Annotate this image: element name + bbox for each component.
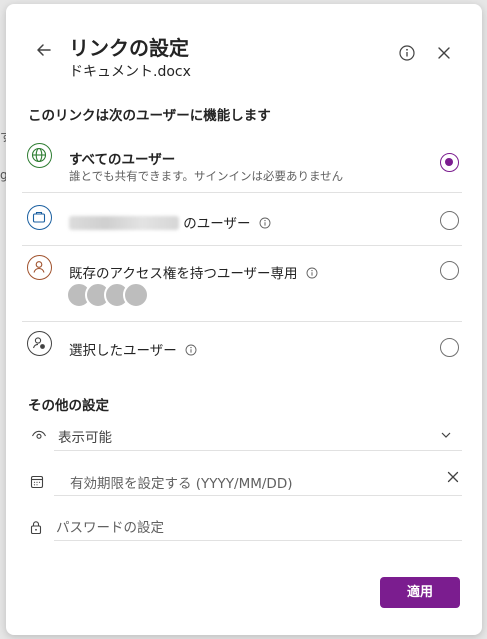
permission-value: 表示可能: [58, 430, 112, 446]
audience-heading: このリンクは次のユーザーに機能します: [28, 108, 271, 124]
info-button[interactable]: [396, 42, 418, 64]
permission-dropdown[interactable]: 表示可能: [28, 420, 462, 450]
info-icon[interactable]: [185, 344, 197, 356]
expiry-date-field[interactable]: 有効期限を設定する (YYYY/MM/DD): [28, 464, 462, 498]
expiry-date-placeholder: 有効期限を設定する (YYYY/MM/DD): [70, 476, 293, 492]
clear-icon[interactable]: [446, 470, 460, 484]
avatar-stack: [66, 282, 156, 308]
password-placeholder: パスワードの設定: [56, 520, 164, 536]
divider: [22, 245, 462, 246]
briefcase-icon: [27, 205, 52, 230]
file-name: ドキュメント.docx: [69, 64, 191, 80]
radio-organization[interactable]: [440, 211, 459, 230]
option-specific-people[interactable]: 選択したユーザー: [22, 329, 466, 369]
option-anyone-description: 誰とでも共有できます。サインインは必要ありません: [69, 169, 344, 183]
option-existing-access[interactable]: 既存のアクセス権を持つユーザー専用: [22, 253, 466, 319]
option-organization[interactable]: のユーザー: [22, 200, 466, 242]
divider: [22, 192, 462, 193]
divider: [22, 321, 462, 322]
person-settings-icon: [27, 331, 52, 356]
option-anyone-label: すべてのユーザー: [69, 152, 176, 168]
organization-name-redacted: [69, 216, 179, 230]
back-button[interactable]: [32, 40, 56, 64]
divider: [54, 495, 462, 496]
close-icon: [438, 47, 450, 59]
other-settings-heading: その他の設定: [28, 398, 109, 414]
option-organization-label: のユーザー: [69, 212, 271, 232]
radio-anyone[interactable]: [440, 153, 459, 172]
password-field[interactable]: パスワードの設定: [28, 510, 462, 542]
link-settings-dialog: リンクの設定 ドキュメント.docx このリンクは次のユーザーに機能します すべ…: [6, 4, 482, 635]
radio-specific-people[interactable]: [440, 338, 459, 357]
avatar: [123, 282, 149, 308]
eye-icon: [32, 430, 46, 439]
globe-icon: [27, 143, 52, 168]
calendar-icon: [30, 475, 44, 489]
option-anyone[interactable]: すべてのユーザー 誰とでも共有できます。サインインは必要ありません: [22, 140, 466, 192]
info-icon[interactable]: [259, 217, 271, 229]
option-specific-people-label: 選択したユーザー: [69, 339, 197, 359]
person-icon: [27, 255, 52, 280]
info-icon: [399, 45, 415, 61]
option-specific-people-text: 選択したユーザー: [69, 343, 177, 359]
arrow-left-icon: [37, 44, 51, 56]
info-icon[interactable]: [306, 267, 318, 279]
chevron-down-icon: [441, 432, 451, 438]
option-existing-access-label: 既存のアクセス権を持つユーザー専用: [69, 262, 318, 282]
lock-icon: [30, 521, 42, 535]
option-existing-access-text: 既存のアクセス権を持つユーザー専用: [69, 266, 298, 282]
option-organization-suffix: のユーザー: [183, 216, 251, 232]
divider: [54, 540, 462, 541]
radio-existing-access[interactable]: [440, 261, 459, 280]
apply-button[interactable]: 適用: [380, 577, 460, 608]
dialog-title: リンクの設定: [69, 36, 189, 60]
divider: [54, 450, 462, 451]
close-button[interactable]: [433, 42, 455, 64]
